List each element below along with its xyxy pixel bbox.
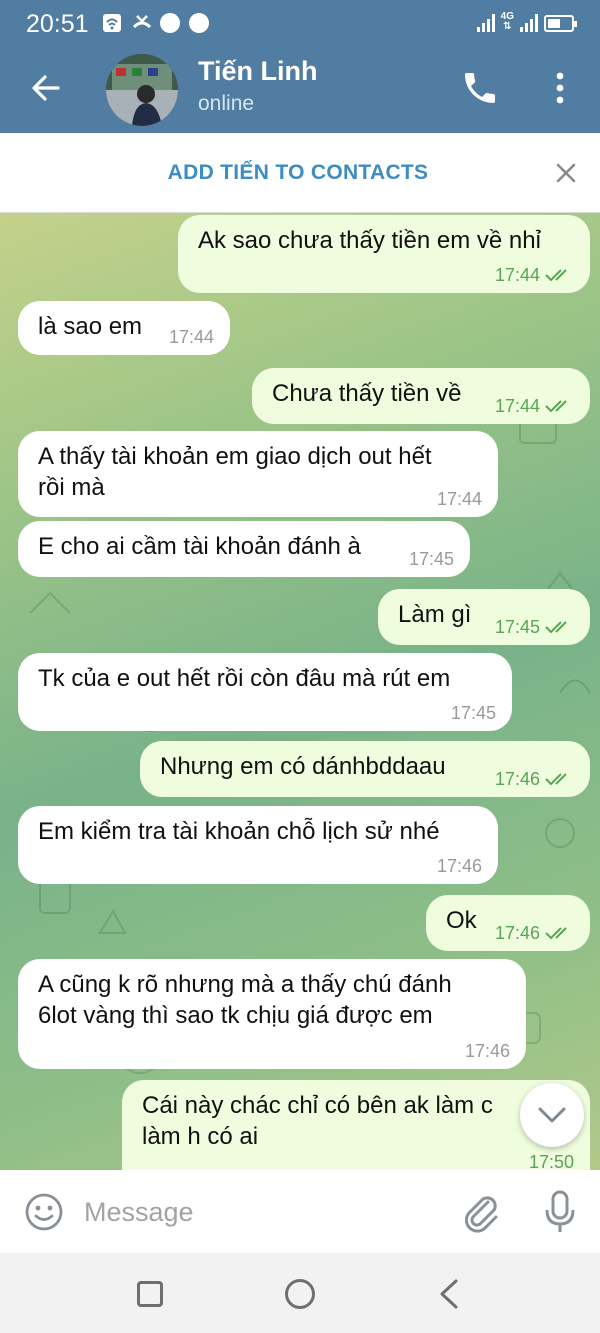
- scroll-to-bottom-button[interactable]: [520, 1083, 584, 1147]
- system-icons: 4G ⇅: [476, 11, 577, 32]
- network-type: 4G ⇅: [500, 11, 514, 32]
- network-label: 4G: [500, 11, 514, 22]
- message-meta: 17:50: [529, 1152, 574, 1170]
- contact-status: online: [198, 92, 255, 115]
- message-bubble-outgoing[interactable]: Làm gì 17:45: [378, 589, 590, 645]
- back-arrow-icon: [32, 75, 60, 101]
- message-meta: 17:46: [437, 856, 482, 876]
- close-contact-bar-button[interactable]: [550, 157, 582, 189]
- message-text: làm h có ai: [142, 1123, 259, 1150]
- chat-area[interactable]: Ak sao chưa thấy tiền em về nhỉ 17:44 là…: [0, 213, 600, 1170]
- message-text: Ak sao chưa thấy tiền em về nhỉ: [198, 227, 541, 254]
- message-text: Cái này chác chỉ có bên ak làm c: [142, 1092, 493, 1119]
- message-text: 6lot vàng thì sao tk chịu giá được em: [38, 1002, 433, 1029]
- attach-icon: [464, 1196, 498, 1233]
- more-options-button[interactable]: [546, 68, 574, 108]
- message-text: rồi mà: [38, 474, 105, 501]
- message-time: 17:46: [494, 769, 540, 789]
- message-bubble-outgoing[interactable]: Nhưng em có dánhbddaau 17:46: [140, 741, 590, 797]
- add-to-contacts-button[interactable]: ADD TIẾN TO CONTACTS: [0, 133, 600, 213]
- message-text: E cho ai cầm tài khoản đánh à: [38, 533, 361, 560]
- message-meta: 17:45: [409, 549, 454, 569]
- messenger-icon: [189, 13, 209, 33]
- avatar[interactable]: [106, 54, 178, 126]
- wifi-icon: [102, 13, 122, 33]
- message-bubble-incoming[interactable]: A thấy tài khoản em giao dịch out hết rồ…: [18, 431, 498, 517]
- missed-call-icon: [131, 13, 152, 33]
- call-button[interactable]: [460, 68, 500, 108]
- message-time: 17:44: [494, 396, 540, 416]
- back-icon[interactable]: [436, 1277, 462, 1311]
- double-check-icon: [545, 773, 567, 786]
- message-meta: 17:46: [495, 923, 574, 943]
- message-bubble-incoming[interactable]: là sao em 17:44: [18, 301, 230, 355]
- message-time: 17:46: [464, 1041, 510, 1061]
- home-icon[interactable]: [285, 1279, 315, 1309]
- chevron-down-icon: [538, 1107, 566, 1123]
- message-time: 17:44: [436, 489, 482, 509]
- chrome-icon: [160, 13, 180, 33]
- message-text: Em kiểm tra tài khoản chỗ lịch sử nhé: [38, 818, 440, 845]
- more-vertical-icon: [556, 72, 564, 104]
- voice-record-button[interactable]: [540, 1188, 580, 1236]
- message-meta: 17:44: [437, 489, 482, 509]
- message-time: 17:46: [436, 856, 482, 876]
- attach-button[interactable]: [458, 1190, 502, 1234]
- signal-icon: [520, 12, 538, 32]
- message-text: A cũng k rõ nhưng mà a thấy chú đánh: [38, 971, 452, 998]
- message-bubble-outgoing[interactable]: Ak sao chưa thấy tiền em về nhỉ 17:44: [178, 215, 590, 293]
- mic-icon: [545, 1190, 575, 1232]
- message-bubble-outgoing[interactable]: Chưa thấy tiền về 17:44: [252, 368, 590, 424]
- message-meta: 17:46: [495, 769, 574, 789]
- message-time: 17:45: [450, 703, 496, 723]
- double-check-icon: [545, 400, 567, 413]
- message-meta: 17:44: [169, 327, 214, 347]
- message-meta: 17:45: [451, 703, 496, 723]
- status-bar: 20:51 4G ⇅: [0, 0, 600, 50]
- system-nav-bar: [0, 1253, 600, 1333]
- message-meta: 17:44: [495, 265, 574, 285]
- message-text: Tk của e out hết rồi còn đâu mà rút em: [38, 665, 451, 692]
- message-input[interactable]: [84, 1190, 444, 1234]
- chat-header: Tiến Linh online: [0, 50, 600, 133]
- message-bubble-incoming[interactable]: Tk của e out hết rồi còn đâu mà rút em 1…: [18, 653, 512, 731]
- notification-icons: [102, 13, 209, 33]
- emoji-icon: [25, 1193, 63, 1231]
- double-check-icon: [545, 269, 567, 282]
- close-icon: [556, 163, 576, 183]
- add-contact-bar: ADD TIẾN TO CONTACTS: [0, 133, 600, 213]
- message-composer: [0, 1170, 600, 1253]
- message-bubble-outgoing[interactable]: Cái này chác chỉ có bên ak làm c làm h c…: [122, 1080, 590, 1170]
- message-text: A thấy tài khoản em giao dịch out hết: [38, 443, 432, 470]
- emoji-button[interactable]: [24, 1192, 64, 1232]
- contact-name[interactable]: Tiến Linh: [198, 56, 318, 87]
- message-meta: 17:44: [495, 396, 574, 416]
- message-time: 17:45: [408, 549, 454, 569]
- back-button[interactable]: [26, 68, 66, 108]
- message-bubble-incoming[interactable]: E cho ai cầm tài khoản đánh à 17:45: [18, 521, 470, 577]
- double-check-icon: [545, 927, 567, 940]
- message-time: 17:46: [494, 923, 540, 943]
- message-bubble-outgoing[interactable]: Ok 17:46: [426, 895, 590, 951]
- message-time: 17:50: [528, 1152, 574, 1170]
- recents-icon[interactable]: [137, 1281, 163, 1307]
- signal-icon: [476, 12, 495, 32]
- battery-icon: [544, 15, 577, 32]
- message-time: 17:45: [494, 617, 540, 637]
- message-bubble-incoming[interactable]: A cũng k rõ nhưng mà a thấy chú đánh 6lo…: [18, 959, 526, 1069]
- message-meta: 17:46: [465, 1041, 510, 1061]
- message-time: 17:44: [494, 265, 540, 285]
- phone-icon: [465, 73, 495, 103]
- double-check-icon: [545, 621, 567, 634]
- message-time: 17:44: [168, 327, 214, 347]
- message-meta: 17:45: [495, 617, 574, 637]
- status-time: 20:51: [26, 10, 89, 38]
- message-bubble-incoming[interactable]: Em kiểm tra tài khoản chỗ lịch sử nhé 17…: [18, 806, 498, 884]
